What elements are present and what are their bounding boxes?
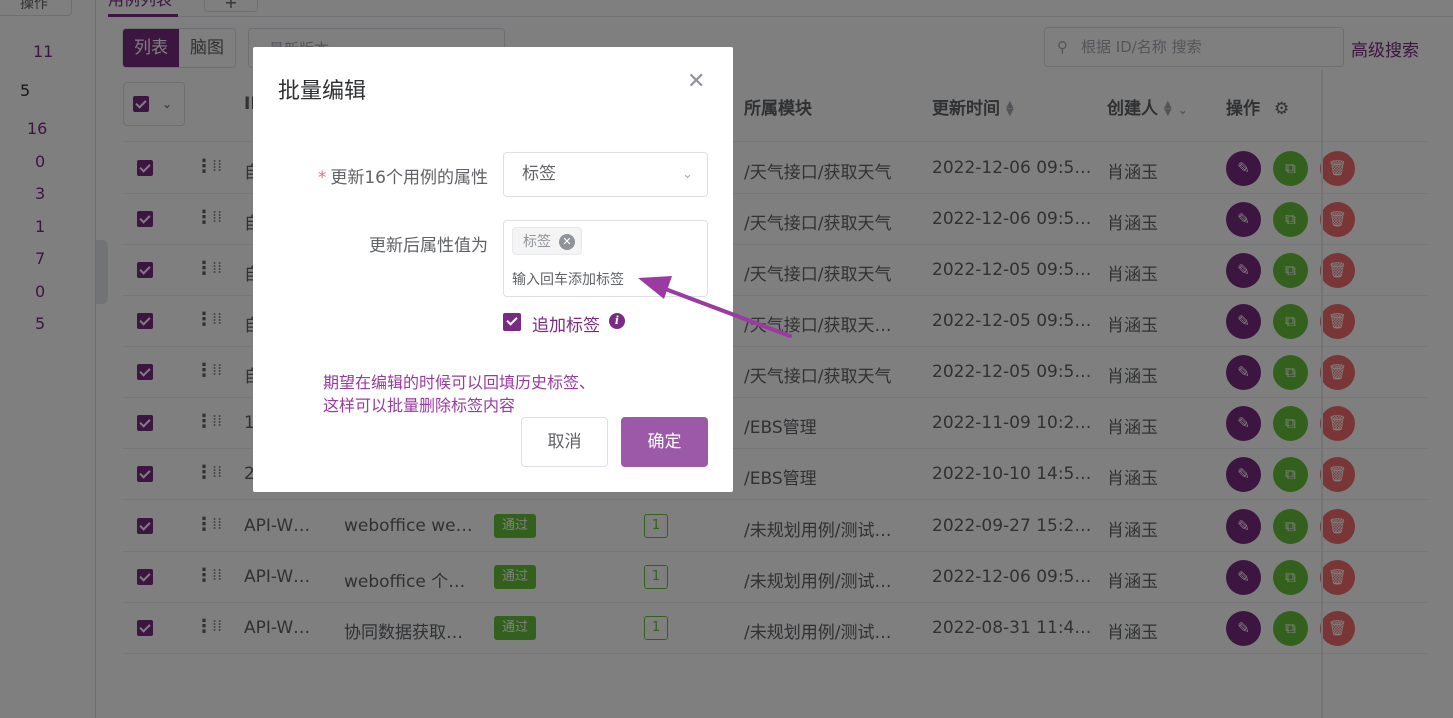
tag-input-placeholder[interactable]: 输入回车添加标签 [512, 269, 624, 289]
dialog-title: 批量编辑 [278, 79, 367, 104]
value-field-label: 更新后属性值为 [369, 236, 488, 256]
annotation-line-2: 这样可以批量删除标签内容 [323, 396, 516, 415]
tag-chip: 标签 ✕ [512, 227, 582, 255]
chevron-down-icon: ⌄ [682, 167, 693, 182]
required-mark: * [317, 168, 327, 188]
attribute-select[interactable]: 标签 ⌄ [503, 152, 708, 197]
annotation-note: 期望在编辑的时候可以回填历史标签、 这样可以批量删除标签内容 [323, 371, 595, 417]
tag-remove-icon[interactable]: ✕ [559, 234, 575, 250]
annotation-line-1: 期望在编辑的时候可以回填历史标签、 [323, 373, 596, 392]
confirm-button[interactable]: 确定 [621, 417, 708, 467]
batch-edit-dialog: 批量编辑 ✕ * 更新16个用例的属性 标签 ⌄ 更新后属性值为 标签 ✕ 输入回… [253, 47, 733, 492]
tag-input-box[interactable]: 标签 ✕ 输入回车添加标签 [503, 220, 708, 297]
attribute-field-label-text: 更新16个用例的属性 [330, 168, 488, 188]
info-icon[interactable]: i [609, 313, 625, 329]
checkbox-checked-icon [503, 313, 521, 331]
close-icon[interactable]: ✕ [687, 69, 705, 94]
attribute-field-label: * 更新16个用例的属性 [318, 163, 488, 188]
cancel-button[interactable]: 取消 [521, 417, 608, 467]
tag-chip-label: 标签 [523, 234, 551, 250]
append-tags-label: 追加标签 [532, 316, 600, 336]
attribute-select-value: 标签 [522, 164, 556, 184]
